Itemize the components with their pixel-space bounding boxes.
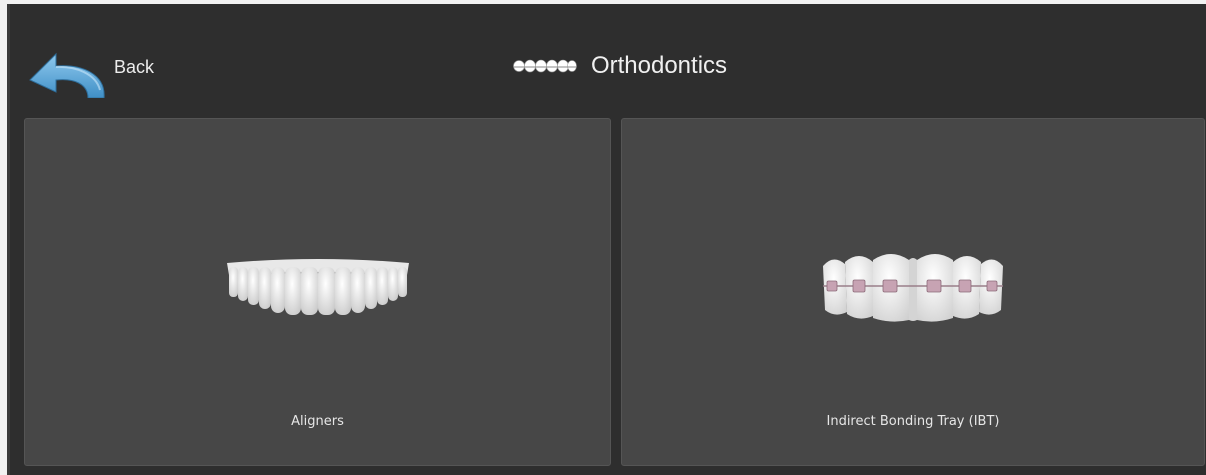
braces-teeth-icon — [823, 254, 1003, 322]
teeth-icon — [513, 59, 577, 73]
workflow-tiles: Aligners Indirect Bonding Tray (IBT) — [24, 118, 1206, 466]
aligners-tile[interactable]: Aligners — [24, 118, 611, 466]
page-title: Orthodontics — [590, 52, 728, 79]
title-group: Orthodontics — [10, 52, 1206, 80]
aligners-teeth-icon — [226, 259, 409, 315]
ibt-label: Indirect Bonding Tray (IBT) — [826, 414, 1000, 429]
aligners-label: Aligners — [291, 414, 344, 429]
app-window: Back Orthodontics Aligners Indirect Bond… — [7, 4, 1206, 475]
header: Back Orthodontics — [10, 4, 1206, 112]
ibt-tile[interactable]: Indirect Bonding Tray (IBT) — [621, 118, 1205, 466]
